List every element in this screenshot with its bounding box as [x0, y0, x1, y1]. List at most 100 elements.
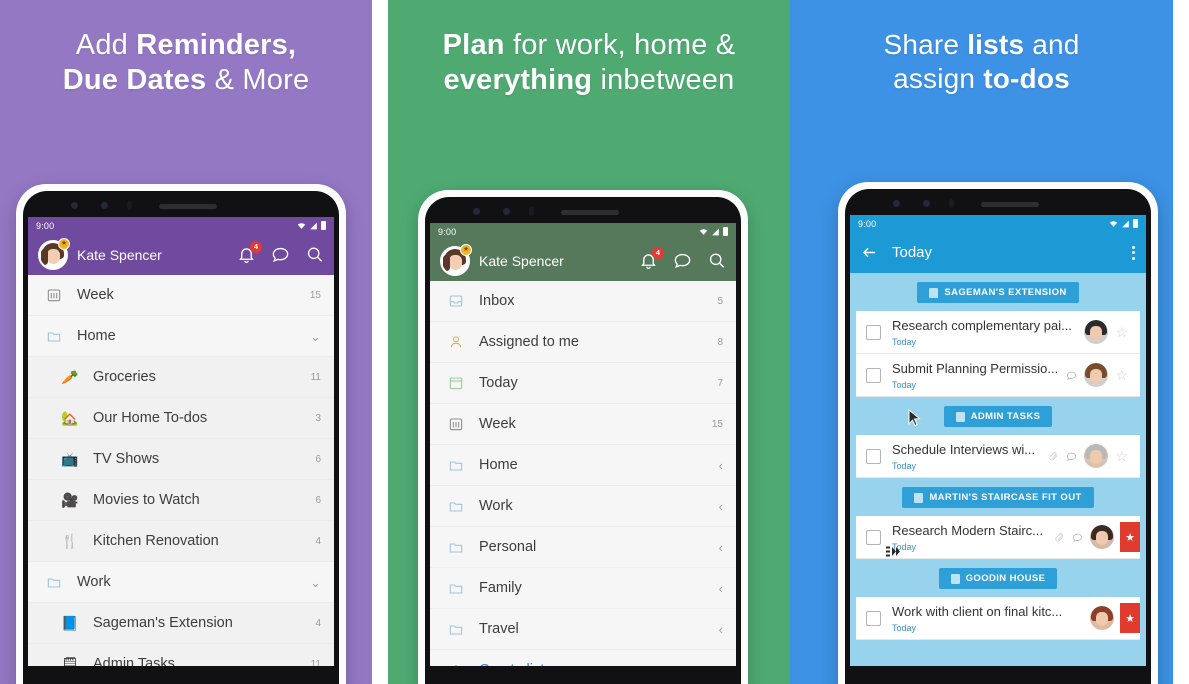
camera-icon	[473, 208, 480, 215]
chat-icon[interactable]	[271, 245, 290, 264]
camera-icon	[923, 200, 930, 207]
headline-3-line2-plain: assign	[893, 63, 984, 95]
list-chip-goodin-house[interactable]: GOODIN HOUSE	[850, 546, 1146, 597]
sidebar-item-admin-tasks[interactable]: 🗒 Admin Tasks 11	[28, 644, 334, 666]
task-list-3[interactable]: SAGEMAN'S EXTENSION Research complementa…	[850, 273, 1146, 666]
star-icon[interactable]: ☆	[1115, 368, 1134, 382]
sidebar-item-work[interactable]: Work ‹	[430, 486, 736, 527]
chip-label: ADMIN TASKS	[970, 411, 1041, 422]
kebab-menu-icon[interactable]	[1132, 245, 1135, 260]
task-checkbox[interactable]	[866, 324, 881, 340]
headline-3-line1-plain: Share	[883, 29, 968, 60]
calendar-week-icon	[44, 286, 64, 304]
sidebar-item-inbox[interactable]: Inbox 5	[430, 281, 736, 322]
phone-2-bezel: 9:00 ★ Kate Spencer 4 Inbox 5 Assigned t…	[425, 197, 741, 684]
sidebar-item-label: Personal	[479, 539, 537, 555]
chevron-left-icon[interactable]: ‹	[719, 459, 723, 472]
house-icon: 🏡	[61, 410, 79, 426]
sidebar-item-home[interactable]: Home ⌄	[28, 316, 334, 357]
star-icon[interactable]: ☆	[1115, 325, 1134, 339]
task-row[interactable]: Schedule Interviews wi... Today ☆	[856, 435, 1140, 478]
sidebar-item-travel[interactable]: Travel ‹	[430, 609, 736, 650]
sidebar-item-week[interactable]: Week 15	[28, 275, 334, 316]
phone-2-sensors	[425, 206, 741, 218]
speaker-grille	[981, 202, 1039, 207]
task-row[interactable]: Work with client on final kitc... Today …	[856, 597, 1140, 640]
back-arrow-icon[interactable]	[861, 244, 878, 261]
chevron-left-icon[interactable]: ‹	[719, 541, 723, 554]
bell-icon[interactable]: 4	[639, 247, 664, 270]
sensor-icon	[127, 201, 132, 210]
priority-flag-icon[interactable]: ★	[1120, 603, 1140, 633]
list-chip-sagemans-extension[interactable]: SAGEMAN'S EXTENSION	[850, 273, 1146, 311]
status-bar-1: 9:00	[28, 217, 334, 234]
sidebar-item-our-home-todos[interactable]: 🏡 Our Home To-dos 3	[28, 398, 334, 439]
sidebar-item-today[interactable]: Today 7	[430, 363, 736, 404]
task-title: Work with client on final kitc...	[892, 604, 1063, 619]
task-checkbox[interactable]	[866, 610, 881, 626]
folder-icon	[446, 620, 466, 638]
sidebar-item-groceries[interactable]: 🥕 Groceries 11	[28, 357, 334, 398]
sidebar-item-tv-shows[interactable]: 📺 TV Shows 6	[28, 439, 334, 480]
sidebar-item-assigned-to-me[interactable]: Assigned to me 8	[430, 322, 736, 363]
create-list-button[interactable]: + Create list	[430, 650, 736, 666]
headline-3-line2-bold: to-dos	[983, 63, 1070, 95]
item-count: 4	[315, 535, 321, 547]
panel-share: Share lists and assign to-dos 9:00 Today…	[790, 0, 1173, 684]
sidebar-list-1[interactable]: Week 15 Home ⌄ 🥕 Groceries 11 🏡 Our Home…	[28, 275, 334, 666]
sidebar-item-week[interactable]: Week 15	[430, 404, 736, 445]
task-due: Today	[892, 542, 917, 552]
television-icon: 📺	[61, 451, 79, 467]
sidebar-item-work[interactable]: Work ⌄	[28, 562, 334, 603]
assignee-avatar[interactable]	[1084, 320, 1109, 344]
assignee-avatar[interactable]	[1084, 363, 1109, 387]
sidebar-item-label: Inbox	[479, 293, 515, 309]
task-row[interactable]: Submit Planning Permissio... Today ☆	[856, 354, 1140, 397]
assignee-avatar[interactable]	[1090, 606, 1114, 630]
sidebar-item-sagemans-extension[interactable]: 📘 Sageman's Extension 4	[28, 603, 334, 644]
list-chip-admin-tasks[interactable]: ADMIN TASKS	[850, 397, 1146, 435]
task-due: Today	[892, 380, 917, 390]
movie-camera-icon: 🎥	[61, 492, 79, 508]
sidebar-item-label: Our Home To-dos	[93, 410, 208, 426]
sidebar-item-kitchen-renovation[interactable]: 🍴 Kitchen Renovation 4	[28, 521, 334, 562]
task-checkbox[interactable]	[866, 529, 881, 545]
avatar[interactable]: ★	[440, 243, 472, 276]
search-icon[interactable]	[305, 245, 324, 264]
chat-icon[interactable]	[673, 251, 692, 270]
chevron-down-icon[interactable]: ⌄	[310, 576, 321, 589]
sidebar-item-label: Work	[77, 574, 111, 590]
camera-icon	[503, 208, 510, 215]
sidebar-list-2[interactable]: Inbox 5 Assigned to me 8 Today 7 Week 15…	[430, 281, 736, 666]
sidebar-item-movies-to-watch[interactable]: 🎥 Movies to Watch 6	[28, 480, 334, 521]
task-title: Schedule Interviews wi...	[892, 442, 1036, 457]
chevron-left-icon[interactable]: ‹	[719, 500, 723, 513]
person-icon	[446, 333, 466, 351]
chevron-left-icon[interactable]: ‹	[719, 623, 723, 636]
item-count: 11	[310, 658, 321, 667]
folder-icon	[446, 497, 466, 515]
task-checkbox[interactable]	[866, 448, 881, 464]
sidebar-item-label: TV Shows	[93, 451, 160, 467]
sidebar-item-label: Travel	[479, 621, 519, 637]
sensor-icon	[949, 199, 954, 208]
chevron-down-icon[interactable]: ⌄	[310, 330, 321, 343]
list-chip-martins-staircase-fit-out[interactable]: MARTIN'S STAIRCASE FIT OUT	[850, 478, 1146, 516]
folder-icon	[446, 579, 466, 597]
task-checkbox[interactable]	[866, 367, 881, 383]
bell-icon[interactable]: 4	[237, 241, 262, 264]
avatar[interactable]: ★	[38, 237, 70, 270]
comment-icon	[1066, 451, 1077, 462]
task-row[interactable]: Research complementary pai... Today ☆	[856, 311, 1140, 354]
priority-flag-icon[interactable]: ★	[1120, 522, 1140, 552]
sidebar-item-personal[interactable]: Personal ‹	[430, 527, 736, 568]
task-row[interactable]: Research Modern Stairc... Today ★	[856, 516, 1140, 559]
sidebar-item-family[interactable]: Family ‹	[430, 568, 736, 609]
assignee-avatar[interactable]	[1084, 444, 1109, 468]
star-icon[interactable]: ☆	[1115, 449, 1134, 463]
sidebar-item-home[interactable]: Home ‹	[430, 445, 736, 486]
assignee-avatar[interactable]	[1090, 525, 1114, 549]
chevron-left-icon[interactable]: ‹	[719, 582, 723, 595]
app-bar-2: ★ Kate Spencer 4	[430, 240, 736, 281]
search-icon[interactable]	[707, 251, 726, 270]
